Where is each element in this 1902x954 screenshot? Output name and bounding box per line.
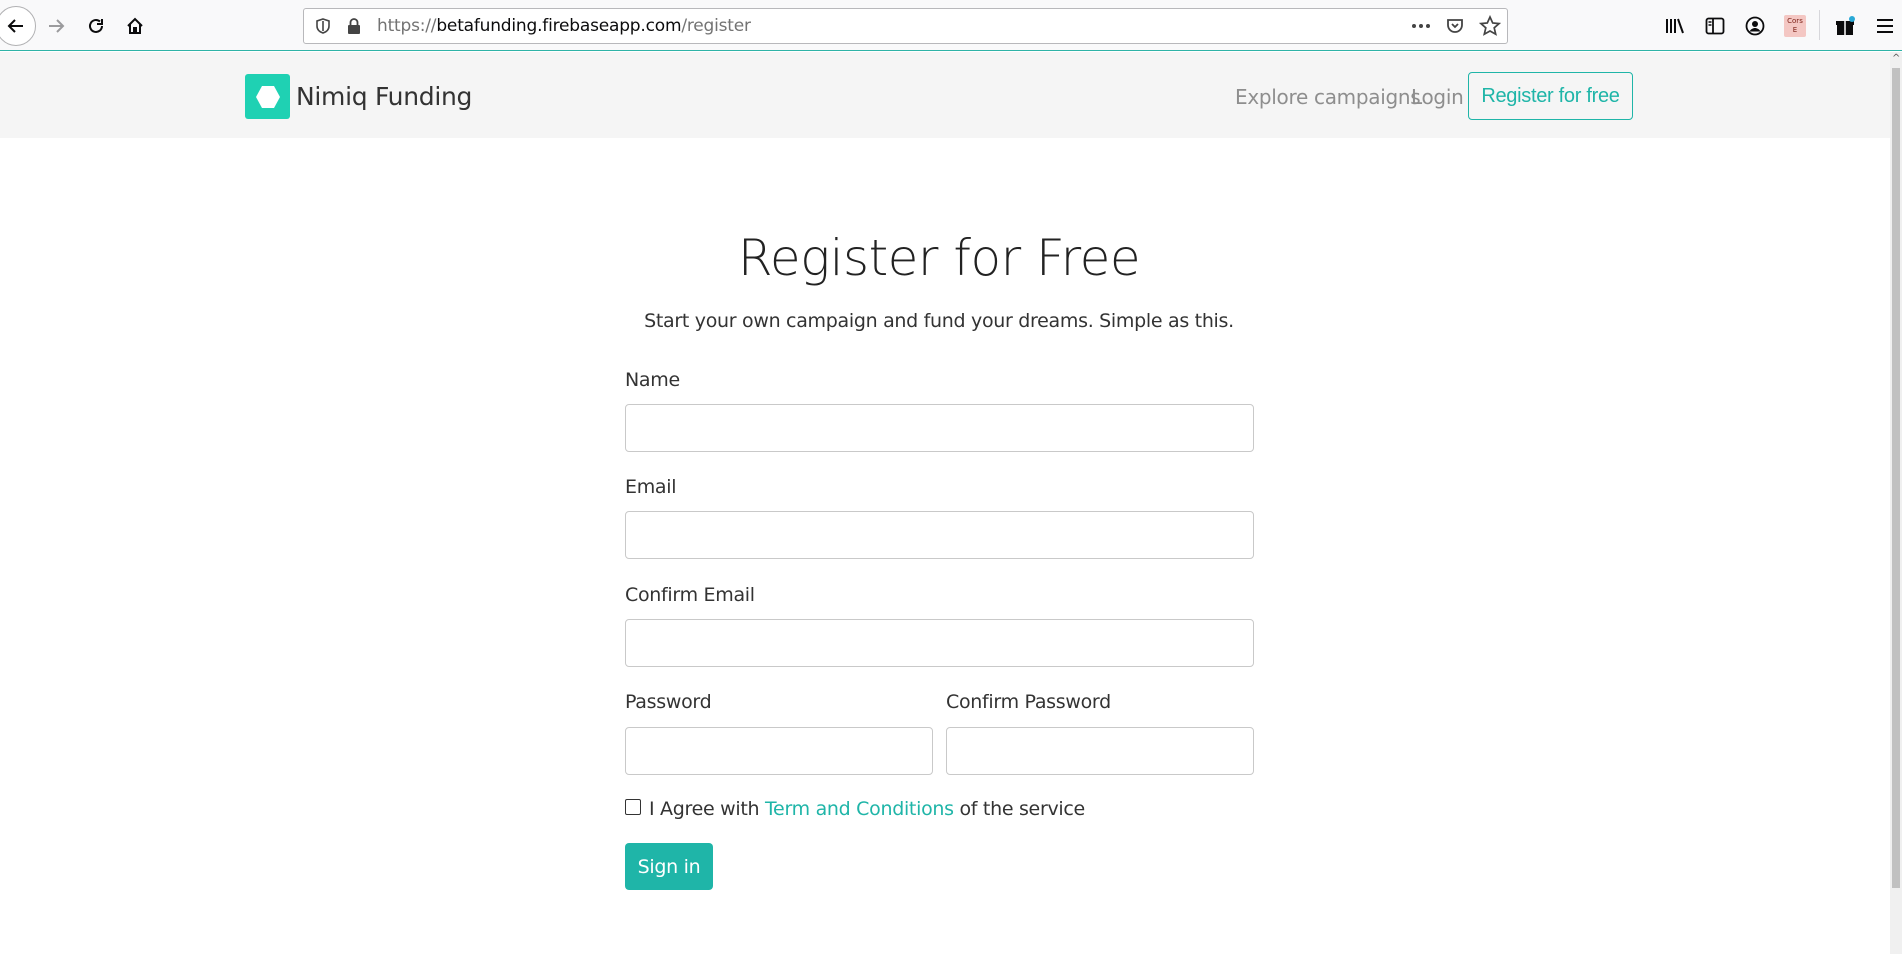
lock-icon[interactable] <box>346 17 362 39</box>
cors-extension-button[interactable]: Cors E <box>1777 8 1813 44</box>
home-icon <box>127 17 143 34</box>
register-for-free-button[interactable]: Register for free <box>1468 72 1633 120</box>
email-input[interactable] <box>625 511 1254 559</box>
confirm-email-label: Confirm Email <box>625 584 755 606</box>
site-navbar: Nimiq Funding Explore campaigns Login Re… <box>0 52 1890 138</box>
hamburger-menu-icon <box>1877 19 1893 33</box>
account-icon <box>1745 16 1765 36</box>
page-scrollbar[interactable]: ^ <box>1890 52 1902 954</box>
agree-prefix: I Agree with <box>649 798 760 820</box>
name-input[interactable] <box>625 404 1254 452</box>
nav-explore-campaigns[interactable]: Explore campaigns <box>1235 85 1421 109</box>
reload-icon <box>89 18 103 33</box>
gift-icon <box>1836 16 1855 35</box>
page-title: Register for Free <box>737 229 1141 287</box>
agree-terms-checkbox[interactable] <box>625 799 641 815</box>
page-subtitle: Start your own campaign and fund your dr… <box>644 310 1234 332</box>
password-input[interactable] <box>625 727 933 775</box>
sidebar-icon <box>1705 17 1725 35</box>
home-button[interactable] <box>117 8 153 44</box>
confirm-email-input[interactable] <box>625 619 1254 667</box>
confirm-password-label: Confirm Password <box>946 691 1111 713</box>
library-button[interactable] <box>1657 8 1693 44</box>
sign-in-button[interactable]: Sign in <box>625 843 713 890</box>
brand-link[interactable]: Nimiq Funding <box>245 74 472 119</box>
cors-extension-icon: Cors E <box>1784 15 1806 37</box>
address-bar[interactable]: https://betafunding.firebaseapp.com/regi… <box>303 8 1508 44</box>
url-text[interactable]: https://betafunding.firebaseapp.com/regi… <box>377 16 751 36</box>
library-icon <box>1666 18 1684 34</box>
url-host: betafunding.firebaseapp.com <box>436 16 682 36</box>
terms-link[interactable]: Term and Conditions <box>765 798 954 820</box>
scroll-up-arrow-icon[interactable]: ^ <box>1892 54 1900 64</box>
email-label: Email <box>625 476 677 498</box>
bookmark-star-icon[interactable] <box>1478 14 1502 41</box>
url-path: /register <box>681 16 751 36</box>
arrow-left-icon <box>7 19 23 33</box>
agree-terms-text: I Agree with Term and Conditions of the … <box>649 798 1085 820</box>
more-actions-icon[interactable] <box>1410 15 1432 41</box>
brand-name: Nimiq Funding <box>296 82 473 111</box>
agree-suffix: of the service <box>959 798 1085 820</box>
scrollbar-thumb[interactable] <box>1892 68 1900 888</box>
browser-toolbar: https://betafunding.firebaseapp.com/regi… <box>0 0 1902 51</box>
arrow-right-icon <box>49 19 65 33</box>
nav-login[interactable]: Login <box>1411 85 1464 109</box>
back-button[interactable] <box>0 6 36 46</box>
extensions-button[interactable] <box>1827 8 1863 44</box>
menu-button[interactable] <box>1867 8 1902 44</box>
toolbar-separator <box>1819 10 1820 40</box>
name-label: Name <box>625 369 680 391</box>
nimiq-hexagon-logo <box>245 74 290 119</box>
reload-button[interactable] <box>78 8 114 44</box>
password-label: Password <box>625 691 712 713</box>
sidebar-button[interactable] <box>1697 8 1733 44</box>
forward-button[interactable] <box>38 8 74 44</box>
account-button[interactable] <box>1737 8 1773 44</box>
shield-icon[interactable] <box>314 17 332 39</box>
confirm-password-input[interactable] <box>946 727 1254 775</box>
pocket-icon[interactable] <box>1445 16 1465 40</box>
url-scheme: https:// <box>377 16 437 36</box>
